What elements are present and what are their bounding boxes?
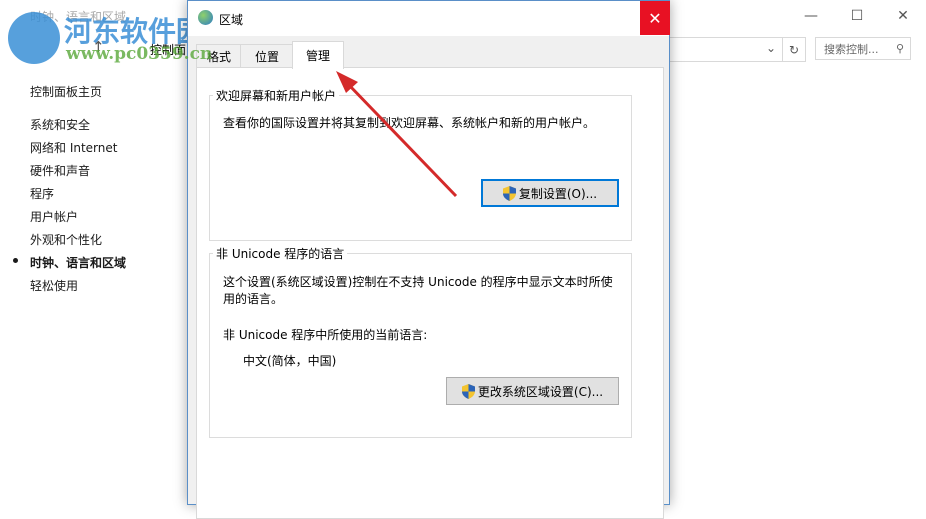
sidebar-item-clock-region[interactable]: 时钟、语言和区域	[30, 254, 126, 271]
sidebar-item-ease-of-access[interactable]: 轻松使用	[30, 277, 78, 294]
change-system-locale-label: 更改系统区域设置(C)...	[477, 384, 604, 399]
unicode-group-label: 非 Unicode 程序的语言	[213, 245, 348, 262]
dialog-title: 区域	[219, 13, 244, 27]
shield-icon	[461, 383, 475, 399]
unicode-description-line2: 用的语言。	[223, 292, 284, 306]
address-bar[interactable]: ⌄	[670, 37, 783, 62]
search-input[interactable]: 搜索控制... ⚲	[815, 37, 911, 60]
search-icon: ⚲	[895, 42, 904, 55]
globe-icon	[198, 10, 213, 25]
welcome-group-label: 欢迎屏幕和新用户帐户	[213, 87, 340, 104]
sidebar-item-network[interactable]: 网络和 Internet	[30, 139, 117, 156]
search-placeholder: 搜索控制...	[824, 42, 879, 56]
tab-panel: 欢迎屏幕和新用户帐户 查看你的国际设置并将其复制到欢迎屏幕、系统帐户和新的用户帐…	[196, 67, 664, 519]
tab-administrative[interactable]: 管理	[292, 41, 344, 69]
watermark-logo-icon	[8, 12, 60, 64]
chevron-down-icon[interactable]: ⌄	[766, 41, 776, 55]
close-window-button[interactable]: ✕	[880, 0, 926, 32]
current-language-value: 中文(简体，中国)	[243, 354, 337, 368]
active-indicator	[13, 258, 18, 263]
unicode-description-line1: 这个设置(系统区域设置)控制在不支持 Unicode 的程序中显示文本时所使	[223, 275, 613, 289]
sidebar-item-security[interactable]: 系统和安全	[30, 116, 90, 133]
sidebar-item-appearance[interactable]: 外观和个性化	[30, 231, 102, 248]
sidebar-item-programs[interactable]: 程序	[30, 185, 54, 202]
tab-location[interactable]: 位置	[240, 44, 294, 67]
dialog-close-button[interactable]: ✕	[640, 1, 670, 35]
sidebar-item-hardware[interactable]: 硬件和声音	[30, 162, 90, 179]
shield-icon	[502, 185, 516, 201]
dialog-titlebar: 区域 ✕	[188, 1, 670, 36]
region-dialog: 区域 ✕ 格式 位置 管理 欢迎屏幕和新用户帐户 查看你的国际设置并将其复制到欢…	[187, 0, 670, 519]
copy-settings-button[interactable]: 复制设置(O)...	[481, 179, 619, 207]
sidebar-item-accounts[interactable]: 用户帐户	[30, 208, 78, 225]
current-language-label: 非 Unicode 程序中所使用的当前语言:	[223, 328, 428, 342]
minimize-button[interactable]: —	[788, 0, 834, 32]
copy-settings-label: 复制设置(O)...	[518, 186, 598, 201]
change-system-locale-button[interactable]: 更改系统区域设置(C)...	[446, 377, 619, 405]
refresh-button[interactable]: ↻	[782, 37, 806, 62]
welcome-description: 查看你的国际设置并将其复制到欢迎屏幕、系统帐户和新的用户帐户。	[223, 116, 596, 130]
watermark-url: www.pc0359.cn	[66, 44, 213, 64]
sidebar-item-home[interactable]: 控制面板主页	[30, 83, 102, 100]
maximize-button[interactable]: ☐	[834, 0, 880, 32]
